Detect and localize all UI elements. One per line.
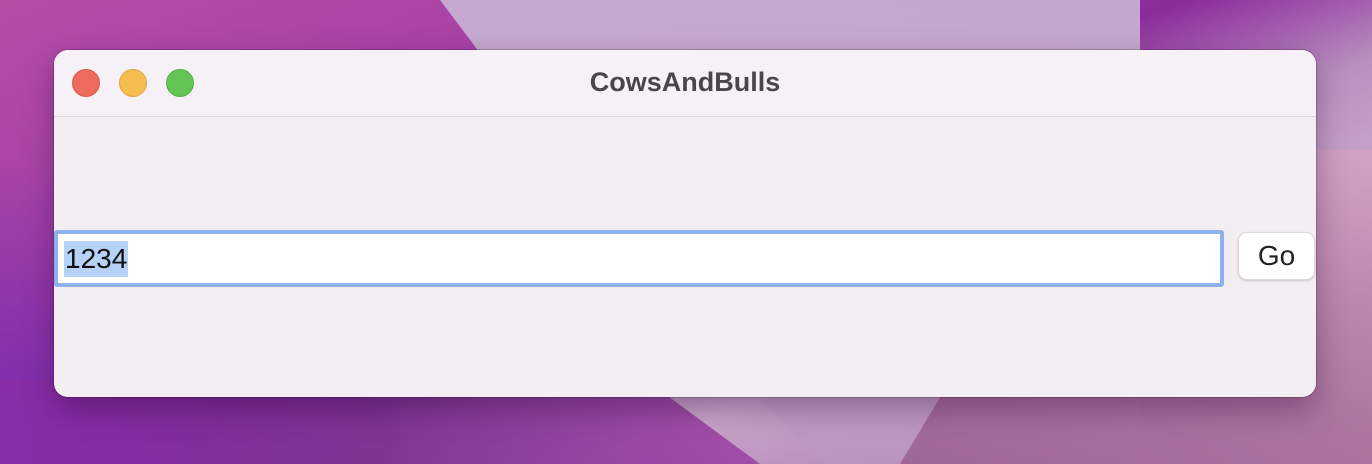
window-title: CowsAndBulls [589, 67, 781, 97]
window-content: 1234 Go [54, 117, 1316, 397]
title-bar[interactable]: CowsAndBulls [54, 50, 1316, 117]
guess-input-value: 1234 [64, 240, 129, 277]
go-button[interactable]: Go [1238, 232, 1315, 280]
guess-input[interactable]: 1234 [54, 230, 1224, 287]
app-window: CowsAndBulls 1234 Go [54, 50, 1316, 397]
